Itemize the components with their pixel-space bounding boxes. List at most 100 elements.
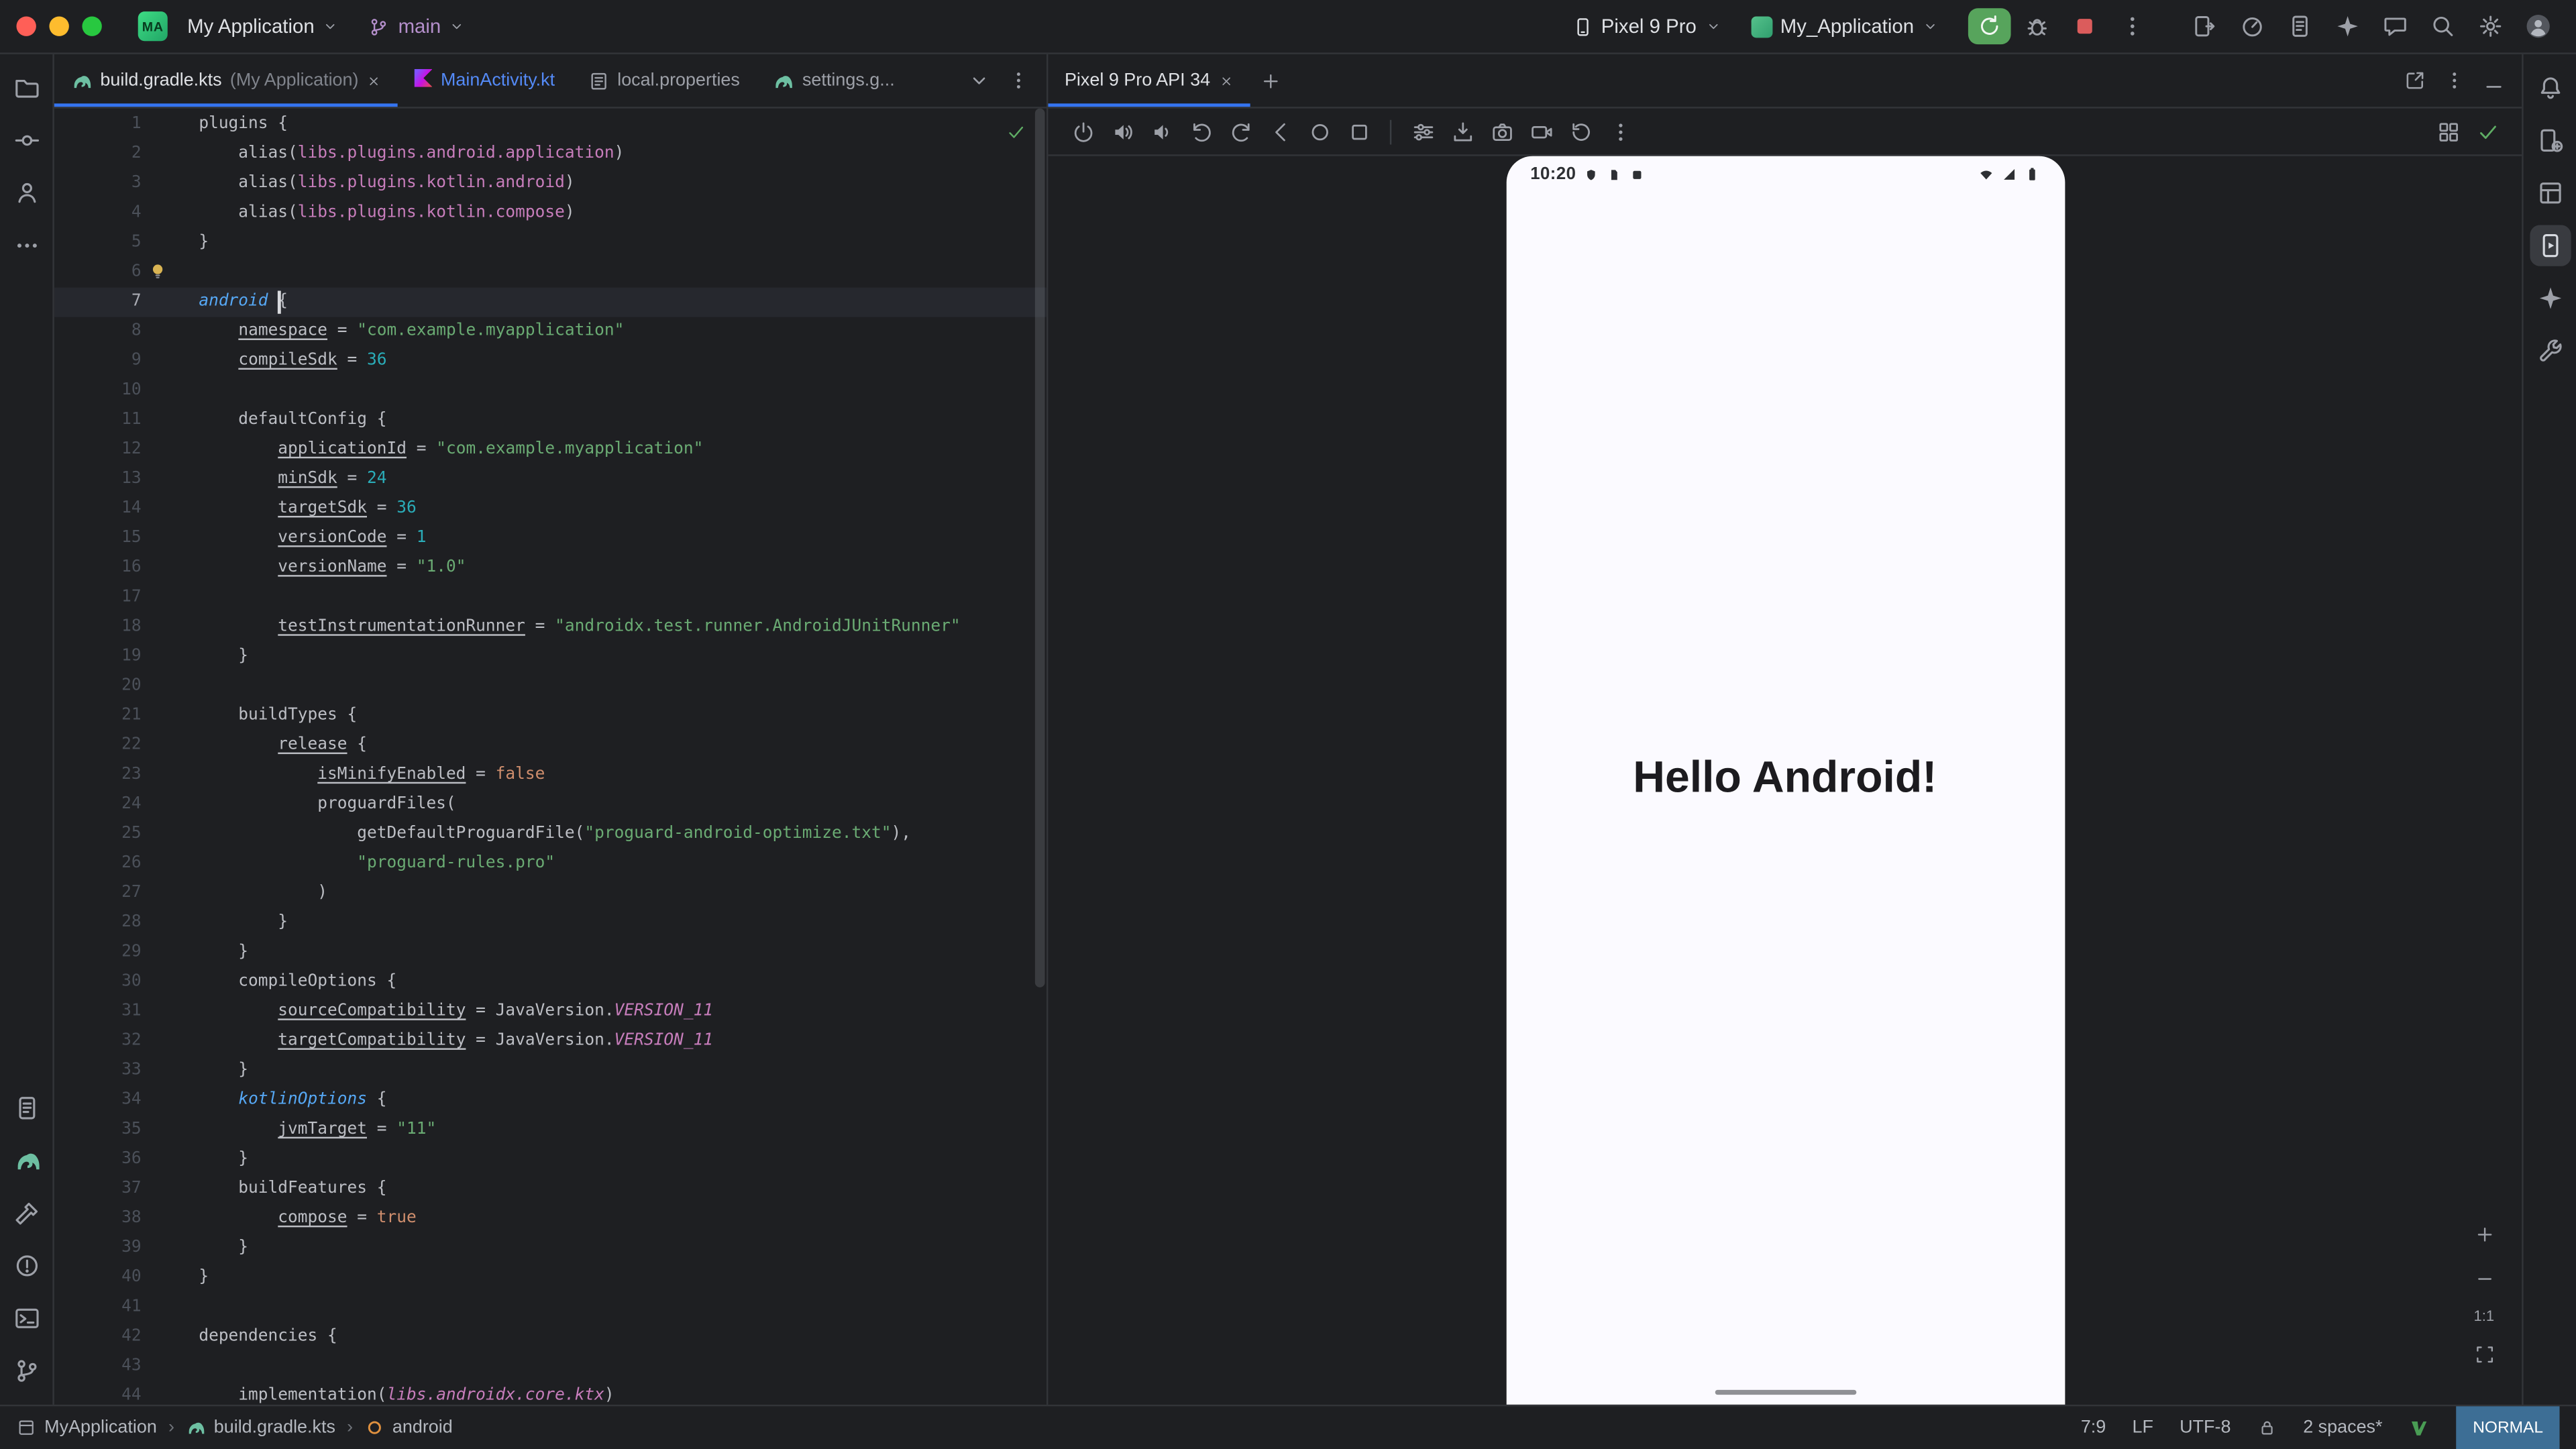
minimize-window-button[interactable] bbox=[49, 16, 68, 36]
line-number[interactable]: 27 bbox=[54, 879, 142, 908]
code-line-27[interactable]: 27 ) bbox=[54, 879, 1046, 908]
line-number[interactable]: 43 bbox=[54, 1352, 142, 1382]
line-number[interactable]: 13 bbox=[54, 465, 142, 494]
device-selector[interactable]: Pixel 9 Pro bbox=[1562, 10, 1731, 43]
line-separator[interactable]: LF bbox=[2132, 1417, 2153, 1437]
device-settings-icon[interactable] bbox=[1405, 113, 1441, 150]
notifications-icon[interactable] bbox=[2529, 67, 2570, 108]
line-number[interactable]: 5 bbox=[54, 228, 142, 258]
device-manager-icon[interactable] bbox=[2529, 120, 2570, 161]
code-line-20[interactable]: 20 bbox=[54, 672, 1046, 702]
run-configuration-selector[interactable]: My_Application bbox=[1741, 10, 1948, 43]
device-mirroring-icon[interactable] bbox=[2184, 7, 2226, 46]
breadcrumb-android[interactable]: android bbox=[364, 1417, 453, 1437]
intention-bulb-icon[interactable] bbox=[148, 261, 167, 280]
rotate-right-icon[interactable] bbox=[1222, 113, 1258, 150]
code-line-32[interactable]: 32 targetCompatibility = JavaVersion.VER… bbox=[54, 1027, 1046, 1057]
code-line-35[interactable]: 35 jvmTarget = "11" bbox=[54, 1116, 1046, 1145]
line-number[interactable]: 20 bbox=[54, 672, 142, 702]
code-line-15[interactable]: 15 versionCode = 1 bbox=[54, 524, 1046, 553]
hide-panel-icon[interactable] bbox=[2476, 62, 2512, 99]
code-editor[interactable]: 1plugins {2 alias(libs.plugins.android.a… bbox=[54, 109, 1046, 1405]
vim-mode-badge[interactable]: NORMAL bbox=[2457, 1406, 2560, 1449]
zoom-out-button[interactable] bbox=[2469, 1263, 2499, 1293]
more-run-options-icon[interactable] bbox=[2111, 8, 2154, 44]
project-icon[interactable] bbox=[6, 67, 47, 108]
panel-options-icon[interactable] bbox=[2436, 62, 2473, 99]
code-line-6[interactable]: 6 bbox=[54, 258, 1046, 287]
code-line-19[interactable]: 19 } bbox=[54, 643, 1046, 672]
line-number[interactable]: 14 bbox=[54, 494, 142, 524]
zoom-ratio[interactable]: 1:1 bbox=[2474, 1307, 2495, 1324]
line-number[interactable]: 8 bbox=[54, 317, 142, 347]
home-icon[interactable] bbox=[1301, 113, 1338, 150]
line-number[interactable]: 42 bbox=[54, 1322, 142, 1352]
line-number[interactable]: 34 bbox=[54, 1086, 142, 1116]
code-line-41[interactable]: 41 bbox=[54, 1293, 1046, 1322]
line-number[interactable]: 39 bbox=[54, 1234, 142, 1263]
code-line-21[interactable]: 21 buildTypes { bbox=[54, 702, 1046, 731]
line-number[interactable]: 25 bbox=[54, 820, 142, 849]
line-number[interactable]: 6 bbox=[54, 258, 142, 287]
close-icon[interactable] bbox=[1218, 73, 1233, 88]
search-everywhere-icon[interactable] bbox=[2422, 7, 2465, 46]
line-number[interactable]: 12 bbox=[54, 435, 142, 465]
line-number[interactable]: 33 bbox=[54, 1057, 142, 1086]
device-tab[interactable]: Pixel 9 Pro API 34 bbox=[1048, 54, 1249, 107]
line-number[interactable]: 10 bbox=[54, 376, 142, 406]
line-number[interactable]: 32 bbox=[54, 1027, 142, 1057]
stop-icon[interactable] bbox=[2063, 8, 2106, 44]
code-line-1[interactable]: 1plugins { bbox=[54, 110, 1046, 140]
line-number[interactable]: 40 bbox=[54, 1263, 142, 1293]
rotate-left-icon[interactable] bbox=[1183, 113, 1219, 150]
code-line-9[interactable]: 9 compileSdk = 36 bbox=[54, 347, 1046, 376]
code-line-34[interactable]: 34 kotlinOptions { bbox=[54, 1086, 1046, 1116]
debug-icon[interactable] bbox=[2016, 8, 2059, 44]
line-number[interactable]: 30 bbox=[54, 967, 142, 997]
hidden-tabs-icon[interactable] bbox=[961, 62, 998, 99]
code-line-8[interactable]: 8 namespace = "com.example.myapplication… bbox=[54, 317, 1046, 347]
tab-MainActivity.kt[interactable]: MainActivity.kt bbox=[398, 54, 571, 107]
code-line-30[interactable]: 30 compileOptions { bbox=[54, 967, 1046, 997]
code-line-26[interactable]: 26 "proguard-rules.pro" bbox=[54, 849, 1046, 879]
device-ready-icon[interactable] bbox=[2469, 113, 2506, 150]
line-number[interactable]: 36 bbox=[54, 1145, 142, 1175]
screenshot-icon[interactable] bbox=[1483, 113, 1519, 150]
line-number[interactable]: 11 bbox=[54, 406, 142, 435]
code-line-11[interactable]: 11 defaultConfig { bbox=[54, 406, 1046, 435]
code-line-5[interactable]: 5} bbox=[54, 228, 1046, 258]
profiler-icon[interactable] bbox=[2231, 7, 2274, 46]
code-line-10[interactable]: 10 bbox=[54, 376, 1046, 406]
close-icon[interactable] bbox=[367, 73, 382, 88]
display-mode-icon[interactable] bbox=[2430, 113, 2466, 150]
line-number[interactable]: 17 bbox=[54, 583, 142, 612]
running-devices-icon[interactable] bbox=[2529, 225, 2570, 266]
code-line-39[interactable]: 39 } bbox=[54, 1234, 1046, 1263]
back-icon[interactable] bbox=[1262, 113, 1298, 150]
caret-position[interactable]: 7:9 bbox=[2081, 1417, 2106, 1437]
tab-local.properties[interactable]: local.properties bbox=[572, 54, 757, 107]
line-number[interactable]: 21 bbox=[54, 702, 142, 731]
logcat-icon[interactable] bbox=[2279, 7, 2322, 46]
install-apk-icon[interactable] bbox=[1444, 113, 1481, 150]
code-line-12[interactable]: 12 applicationId = "com.example.myapplic… bbox=[54, 435, 1046, 465]
code-line-36[interactable]: 36 } bbox=[54, 1145, 1046, 1175]
gemini-icon[interactable] bbox=[2326, 7, 2369, 46]
file-encoding[interactable]: UTF-8 bbox=[2180, 1417, 2231, 1437]
code-line-3[interactable]: 3 alias(libs.plugins.kotlin.android) bbox=[54, 169, 1046, 199]
project-selector[interactable]: My Application bbox=[177, 10, 349, 43]
code-line-31[interactable]: 31 sourceCompatibility = JavaVersion.VER… bbox=[54, 998, 1046, 1027]
line-number[interactable]: 2 bbox=[54, 140, 142, 169]
line-number[interactable]: 4 bbox=[54, 199, 142, 228]
zoom-fit-icon[interactable] bbox=[2469, 1339, 2499, 1368]
code-line-40[interactable]: 40} bbox=[54, 1263, 1046, 1293]
tab-build.gradle.kts[interactable]: build.gradle.kts (My Application) bbox=[54, 54, 398, 107]
editor-scrollbar[interactable] bbox=[1035, 109, 1045, 987]
commit-icon[interactable] bbox=[6, 120, 47, 161]
vim-icon[interactable] bbox=[2409, 1417, 2430, 1438]
indent-style[interactable]: 2 spaces* bbox=[2303, 1417, 2382, 1437]
overview-icon[interactable] bbox=[1340, 113, 1377, 150]
breadcrumb-build.gradle.kts[interactable]: build.gradle.kts bbox=[186, 1417, 335, 1437]
line-number[interactable]: 16 bbox=[54, 553, 142, 583]
fullscreen-window-button[interactable] bbox=[82, 16, 101, 36]
